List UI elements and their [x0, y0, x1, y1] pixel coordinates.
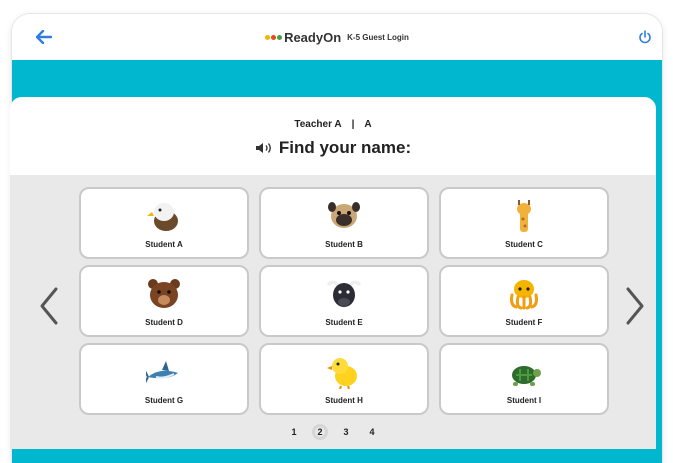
turtle-icon: [504, 354, 544, 390]
previous-page-button[interactable]: [34, 281, 64, 331]
class-name: A: [364, 118, 372, 130]
eagle-icon: [144, 198, 184, 234]
top-bar: ReadyOn K-5 Guest Login: [12, 14, 662, 60]
student-tile-a[interactable]: Student A: [79, 187, 249, 259]
student-tile-f[interactable]: Student F: [439, 265, 609, 337]
chevron-left-icon: [40, 287, 58, 325]
page-1-button[interactable]: 1: [289, 427, 299, 437]
teacher-class-line: Teacher A | A: [294, 119, 371, 130]
student-tile-b[interactable]: Student B: [259, 187, 429, 259]
speaker-icon[interactable]: [255, 141, 273, 155]
chick-icon: [324, 354, 364, 390]
student-tile-c[interactable]: Student C: [439, 187, 609, 259]
student-label: Student D: [145, 317, 183, 327]
student-select-card: Teacher A | A Find your name: Student A …: [10, 97, 656, 449]
student-tile-i[interactable]: Student I: [439, 343, 609, 415]
student-label: Student B: [325, 239, 363, 249]
pug-icon: [324, 198, 364, 234]
power-icon[interactable]: [636, 28, 654, 46]
prompt-text: Find your name:: [278, 137, 412, 157]
buffalo-icon: [324, 276, 364, 312]
brand: ReadyOn K-5 Guest Login: [12, 28, 662, 46]
brand-subtitle: K-5 Guest Login: [347, 32, 409, 42]
teacher-name: Teacher A: [294, 118, 342, 130]
bear-icon: [144, 276, 184, 312]
student-grid: Student A Student B Student C Student D …: [79, 187, 609, 415]
giraffe-icon: [504, 198, 544, 234]
page-4-button[interactable]: 4: [367, 427, 377, 437]
pagination: 1 2 3 4: [10, 427, 656, 437]
octopus-icon: [504, 276, 544, 312]
brand-name: ReadyOn: [284, 29, 342, 45]
prompt: Find your name:: [255, 138, 411, 158]
student-label: Student G: [144, 395, 184, 405]
student-label: Student A: [145, 239, 183, 249]
page-2-button[interactable]: 2: [315, 427, 325, 437]
student-label: Student H: [325, 395, 363, 405]
brand-logo: ReadyOn: [265, 30, 341, 45]
student-tile-e[interactable]: Student E: [259, 265, 429, 337]
shark-icon: [144, 354, 184, 390]
student-tile-d[interactable]: Student D: [79, 265, 249, 337]
student-label: Student C: [505, 239, 543, 249]
student-label: Student F: [505, 317, 543, 327]
student-label: Student I: [506, 395, 542, 405]
chevron-right-icon: [626, 287, 644, 325]
student-label: Student E: [325, 317, 363, 327]
student-tile-h[interactable]: Student H: [259, 343, 429, 415]
page-3-button[interactable]: 3: [341, 427, 351, 437]
card-header: Teacher A | A Find your name:: [10, 97, 656, 175]
separator: |: [351, 118, 355, 130]
next-page-button[interactable]: [620, 281, 650, 331]
logo-mark-icon: [265, 34, 283, 40]
student-tile-g[interactable]: Student G: [79, 343, 249, 415]
